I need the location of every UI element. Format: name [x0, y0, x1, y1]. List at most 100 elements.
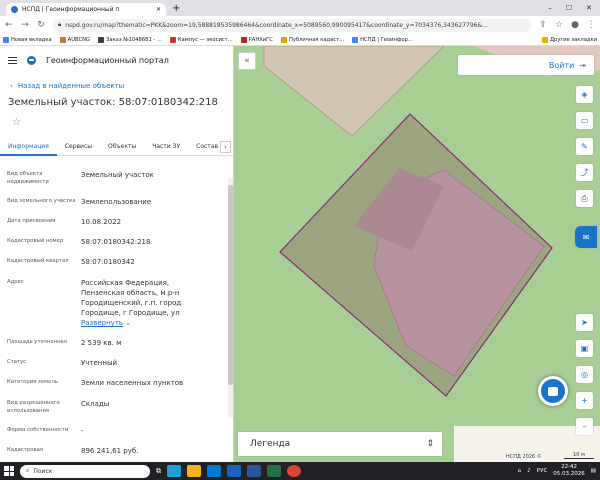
back-to-results-link[interactable]: ‹ Назад в найденные объекты [0, 74, 233, 94]
notifications-icon[interactable]: ▤ [591, 468, 596, 474]
minimize-icon[interactable]: – [548, 4, 552, 12]
tab-info[interactable]: Информация [0, 138, 57, 156]
network-icon[interactable]: ⌂ [518, 468, 522, 474]
back-icon[interactable]: ← [4, 20, 14, 30]
bookmark-item[interactable]: AUBCNG [59, 36, 90, 43]
word-icon[interactable] [247, 465, 261, 477]
window-close-icon[interactable]: ✕ [586, 4, 592, 12]
url-text: nspd.gov.ru/map?thematic=PKK&zoom=19,588… [65, 21, 488, 29]
taskbar-search[interactable]: ⌕ Поиск [20, 464, 150, 478]
info-panel: Геоинформационный портал ‹ Назад в найде… [0, 46, 234, 462]
address-bar-row: ← → ↻ 🔒︎ nspd.gov.ru/map?thematic=PKK&zo… [0, 16, 600, 34]
attribute-row: Вид разрешенного использования Склады [7, 399, 110, 415]
lock-icon: 🔒︎ [58, 21, 62, 28]
attribute-row: Статус Учтенный [7, 359, 118, 368]
task-view-icon[interactable]: ⧉ [156, 467, 161, 476]
chevron-updown-icon: ⇕ [426, 439, 434, 449]
maximize-icon[interactable]: ☐ [566, 4, 572, 12]
bookmarks-bar: Новая вкладка AUBCNG Заказ №1048681 - ..… [0, 34, 600, 46]
excel-icon[interactable] [267, 465, 281, 477]
map-view[interactable]: « Войти ⇥ ◈ ▭ ✎ ⤴ ⎙ ✉ ➤ ▣ ◎ + – Легенда … [234, 46, 600, 462]
portal-title: Геоинформационный портал [46, 55, 169, 65]
chrome-icon[interactable] [287, 465, 301, 477]
zoom-out-icon[interactable]: – [576, 418, 593, 435]
collapse-panel-button[interactable]: « [238, 52, 256, 70]
selected-parcel [279, 113, 553, 397]
ruler-icon[interactable]: ◎ [576, 366, 593, 383]
bookmark-icon [280, 36, 287, 43]
language-indicator[interactable]: РУС [537, 468, 548, 474]
hamburger-menu-icon[interactable] [8, 56, 17, 64]
attribute-row: Площадь уточненная 2 539 кв. м [7, 339, 122, 348]
new-tab-icon[interactable]: + [172, 3, 180, 14]
bookmark-star-icon[interactable]: ☆ [554, 20, 564, 30]
windows-taskbar: ⌕ Поиск ⧉ ⌂ ♪ РУС 22:42 05.03.2026 ▤ [0, 462, 600, 480]
attribute-row: Адрес Российская Федерация, Пензенская об… [7, 278, 182, 328]
legend-dropdown[interactable]: Легенда ⇕ [238, 432, 442, 456]
favicon-icon [11, 6, 18, 13]
chevron-left-icon: ‹ [10, 82, 13, 90]
chat-icon [548, 386, 558, 396]
bookmark-icon [169, 36, 176, 43]
panel-scrollbar-thumb[interactable] [228, 185, 233, 385]
print-icon[interactable]: ⎙ [576, 190, 593, 207]
other-bookmarks[interactable]: Другие закладки [541, 36, 597, 43]
zoom-in-icon[interactable]: + [576, 392, 593, 409]
bookmark-icon [240, 36, 247, 43]
chevron-down-icon: ⌄ [125, 319, 132, 328]
clock[interactable]: 22:42 05.03.2026 [553, 464, 585, 477]
edge-icon[interactable] [167, 465, 181, 477]
attribute-row: Форма собственности - [7, 426, 84, 435]
bookmark-item[interactable]: РАНХиГС [240, 36, 273, 43]
basemap-icon[interactable]: ▭ [576, 112, 593, 129]
tab-services[interactable]: Сервисы [57, 138, 100, 156]
close-icon[interactable]: ✕ [156, 6, 161, 13]
profile-icon[interactable]: ● [570, 20, 580, 30]
locate-icon[interactable]: ➤ [576, 314, 593, 331]
object-heading: Земельный участок: 58:07:0180342:218 [8, 97, 218, 108]
assistant-icon[interactable]: ✉ [575, 226, 597, 248]
chat-fab-button[interactable] [538, 376, 568, 406]
bookmark-item[interactable]: Кампус — экосист... [169, 36, 233, 43]
tab-parts[interactable]: Части ЗУ [144, 138, 188, 156]
layers-icon[interactable]: ◈ [576, 86, 593, 103]
store-icon[interactable] [207, 465, 221, 477]
browser-tab-strip: НСПД | Геоинформационный п ✕ + – ☐ ✕ [0, 0, 600, 16]
menu-icon[interactable]: ⋮ [586, 20, 596, 30]
bookmark-icon [98, 36, 105, 43]
bookmark-item[interactable]: Новая вкладка [3, 36, 52, 43]
portal-header: Геоинформационный портал [0, 46, 233, 74]
login-arrow-icon: ⇥ [579, 60, 586, 70]
reload-icon[interactable]: ↻ [36, 20, 46, 30]
tab-title: НСПД | Геоинформационный п [22, 6, 120, 13]
forward-icon[interactable]: → [20, 20, 30, 30]
explorer-icon[interactable] [187, 465, 201, 477]
attribute-row: Вид объекта недвижимости Земельный участо… [7, 171, 154, 186]
windows-start-icon[interactable] [4, 466, 14, 476]
volume-icon[interactable]: ♪ [527, 468, 531, 474]
tab-objects[interactable]: Объекты [100, 138, 144, 156]
browser-tab[interactable]: НСПД | Геоинформационный п ✕ [6, 3, 166, 16]
url-field[interactable]: 🔒︎ nspd.gov.ru/map?thematic=PKK&zoom=19,… [52, 18, 532, 32]
expand-address-link[interactable]: Развернуть [81, 319, 123, 327]
bookmark-item[interactable]: НСПД | Геоинфор... [352, 36, 413, 43]
tabs-scroll-right-icon[interactable]: › [220, 141, 231, 153]
minimap-icon[interactable]: ▣ [576, 340, 593, 357]
attribute-row: Кадастровый номер 58:07:0180342:218 [7, 238, 151, 247]
share-icon[interactable]: ⇪ [538, 20, 548, 30]
panel-tabs: Информация Сервисы Объекты Части ЗУ Сост… [0, 138, 233, 156]
map-copyright: НСПД 2026 © [504, 454, 544, 460]
attribute-row: Вид земельного участка Землепользование [7, 197, 152, 206]
bookmark-icon [3, 36, 9, 43]
favorite-star-icon[interactable]: ☆ [0, 111, 233, 134]
search-icon: ⌕ [26, 467, 30, 474]
share-icon[interactable]: ⤴ [576, 164, 593, 181]
draw-icon[interactable]: ✎ [576, 138, 593, 155]
bookmark-item[interactable]: Публичная кадаст... [280, 36, 344, 43]
mail-icon[interactable] [227, 465, 241, 477]
attribute-row: Кадастровая 896 241,61 руб. [7, 446, 139, 455]
bookmark-item[interactable]: Заказ №1048681 - ... [98, 36, 162, 43]
map-scale: 10 м [564, 452, 594, 459]
login-button[interactable]: Войти ⇥ [458, 55, 594, 75]
attribute-list: Вид объекта недвижимости Земельный участо… [0, 156, 233, 456]
